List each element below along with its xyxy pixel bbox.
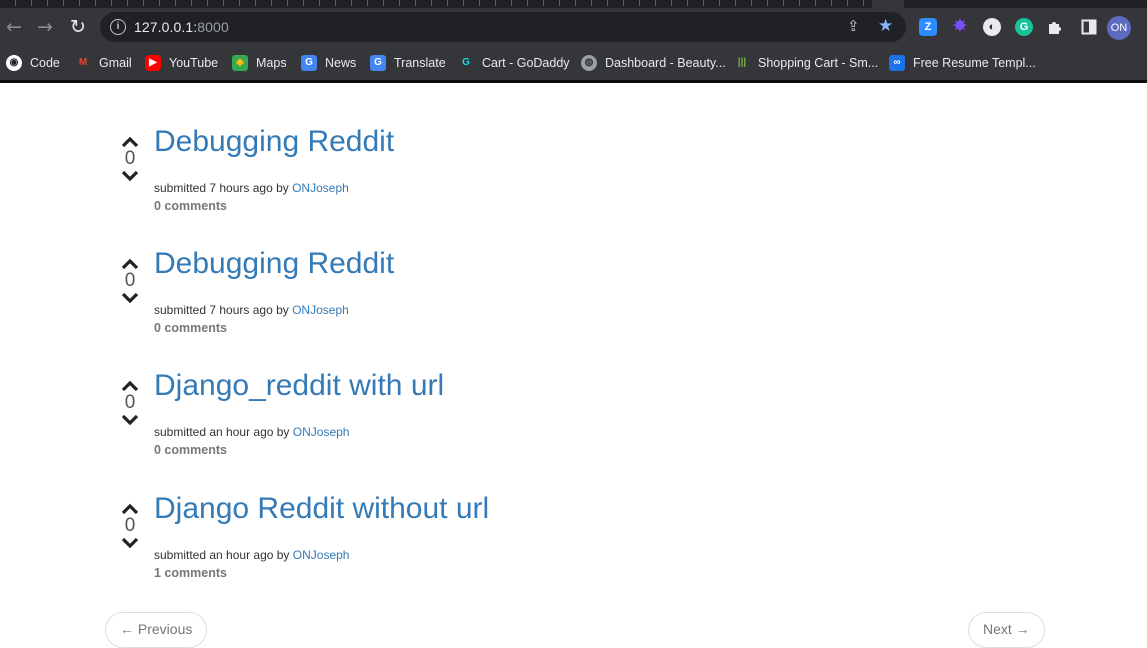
forward-icon[interactable]: → bbox=[33, 15, 57, 39]
shopping-icon: ||| bbox=[737, 57, 747, 68]
bookmark-item[interactable]: ◉ Code bbox=[6, 53, 60, 73]
bookmark-item[interactable]: G News bbox=[301, 53, 356, 73]
next-page-button[interactable]: Next → bbox=[968, 612, 1045, 648]
post-title-link[interactable]: Django Reddit without url bbox=[154, 492, 489, 526]
profile-avatar[interactable]: ON bbox=[1107, 16, 1131, 40]
upvote-arrow-icon[interactable] bbox=[121, 503, 139, 515]
post-meta: submitted an hour ago by ONJoseph bbox=[154, 548, 349, 562]
bookmark-item[interactable]: G Cart - GoDaddy bbox=[458, 53, 570, 73]
bookmark-star-icon[interactable]: ★ bbox=[878, 16, 893, 36]
bookmark-item[interactable]: ||| Shopping Cart - Sm... bbox=[734, 53, 878, 73]
news-icon: G bbox=[301, 55, 317, 71]
url-text[interactable]: 127.0.0.1:8000 bbox=[134, 19, 229, 35]
submitted-text: submitted 7 hours ago by bbox=[154, 303, 289, 317]
side-panel-icon[interactable] bbox=[1081, 19, 1097, 35]
vote-box: 0 bbox=[117, 258, 143, 304]
extensions-puzzle-icon[interactable] bbox=[1047, 19, 1063, 35]
share-icon[interactable]: ⇪ bbox=[847, 17, 860, 35]
upvote-arrow-icon[interactable] bbox=[121, 136, 139, 148]
comments-link[interactable]: 1 comments bbox=[154, 566, 227, 580]
translate-icon: G bbox=[370, 55, 386, 71]
post-item: 0 Debugging Reddit submitted 7 hours ago b… bbox=[117, 125, 817, 246]
bookmark-item[interactable]: ▶ YouTube bbox=[145, 53, 218, 73]
post-meta: submitted 7 hours ago by ONJoseph bbox=[154, 303, 349, 317]
comments-link[interactable]: 0 comments bbox=[154, 321, 227, 335]
globe-icon: ◍ bbox=[581, 55, 597, 71]
gear-extension-icon[interactable]: ✸ bbox=[951, 18, 969, 36]
bookmarks-bar: ◉ Code M Gmail ▶ YouTube ◆ Maps G News G Translate G… bbox=[0, 46, 1147, 80]
author-link[interactable]: ONJoseph bbox=[293, 548, 350, 562]
bookmark-label: Translate bbox=[394, 56, 446, 70]
bookmark-label: Cart - GoDaddy bbox=[482, 56, 570, 70]
dark-reader-icon[interactable]: ◐ bbox=[983, 18, 1001, 36]
bookmark-label: Free Resume Templ... bbox=[913, 56, 1036, 70]
downvote-arrow-icon[interactable] bbox=[121, 170, 139, 182]
zoom-extension-icon[interactable]: Z bbox=[919, 18, 937, 36]
new-tab-area[interactable] bbox=[872, 0, 904, 8]
gmail-icon: M bbox=[78, 57, 88, 68]
author-link[interactable]: ONJoseph bbox=[292, 181, 349, 195]
post-item: 0 Django Reddit without url submitted an h… bbox=[117, 492, 817, 613]
post-item: 0 Django_reddit with url submitted an hour… bbox=[117, 369, 817, 490]
vote-box: 0 bbox=[117, 136, 143, 182]
vote-box: 0 bbox=[117, 503, 143, 549]
site-info-icon[interactable]: i bbox=[110, 19, 126, 35]
bookmark-label: Shopping Cart - Sm... bbox=[758, 56, 879, 70]
bookmark-label: Dashboard - Beauty... bbox=[605, 56, 726, 70]
bookmark-label: Maps bbox=[256, 56, 287, 70]
post-item: 0 Debugging Reddit submitted 7 hours ago b… bbox=[117, 247, 817, 368]
downvote-arrow-icon[interactable] bbox=[121, 537, 139, 549]
youtube-icon: ▶ bbox=[145, 55, 161, 71]
comments-link[interactable]: 0 comments bbox=[154, 443, 227, 457]
link-icon: ∞ bbox=[889, 55, 905, 71]
bookmark-label: News bbox=[325, 56, 357, 70]
submitted-text: submitted an hour ago by bbox=[154, 548, 290, 562]
bookmark-item[interactable]: ◆ Maps bbox=[232, 53, 287, 73]
bookmark-item[interactable]: G Translate bbox=[370, 53, 446, 73]
address-bar[interactable]: i 127.0.0.1:8000 ⇪ ★ bbox=[100, 12, 906, 42]
post-title-link[interactable]: Debugging Reddit bbox=[154, 125, 394, 159]
grammarly-icon[interactable]: G bbox=[1015, 18, 1033, 36]
bookmark-label: Gmail bbox=[99, 56, 132, 70]
reload-icon[interactable]: ↻ bbox=[66, 15, 90, 39]
github-icon: ◉ bbox=[6, 55, 22, 71]
tab-strip bbox=[0, 0, 1147, 8]
vote-box: 0 bbox=[117, 380, 143, 426]
author-link[interactable]: ONJoseph bbox=[293, 425, 350, 439]
upvote-arrow-icon[interactable] bbox=[121, 380, 139, 392]
vote-score: 0 bbox=[124, 392, 136, 413]
previous-page-button[interactable]: ← Previous bbox=[105, 612, 208, 648]
downvote-arrow-icon[interactable] bbox=[121, 292, 139, 304]
upvote-arrow-icon[interactable] bbox=[121, 258, 139, 270]
bookmark-item[interactable]: ∞ Free Resume Templ... bbox=[889, 53, 1036, 73]
url-port: 8000 bbox=[197, 19, 229, 35]
maps-icon: ◆ bbox=[232, 55, 248, 71]
vote-score: 0 bbox=[124, 270, 136, 291]
post-title-link[interactable]: Django_reddit with url bbox=[154, 369, 444, 403]
vote-score: 0 bbox=[124, 515, 136, 536]
comments-link[interactable]: 0 comments bbox=[154, 199, 227, 213]
bookmark-item[interactable]: M Gmail bbox=[75, 53, 132, 73]
tab-row[interactable] bbox=[0, 0, 870, 6]
submitted-text: submitted 7 hours ago by bbox=[154, 181, 289, 195]
post-meta: submitted an hour ago by ONJoseph bbox=[154, 425, 349, 439]
vote-score: 0 bbox=[124, 148, 136, 169]
submitted-text: submitted an hour ago by bbox=[154, 425, 290, 439]
chrome-divider bbox=[0, 80, 1147, 83]
back-icon[interactable]: ← bbox=[2, 15, 26, 39]
bookmark-item[interactable]: ◍ Dashboard - Beauty... bbox=[581, 53, 726, 73]
bookmark-label: Code bbox=[30, 56, 60, 70]
post-meta: submitted 7 hours ago by ONJoseph bbox=[154, 181, 349, 195]
browser-toolbar: ← → ↻ i 127.0.0.1:8000 ⇪ ★ Z ✸ ◐ G ON bbox=[0, 8, 1147, 46]
downvote-arrow-icon[interactable] bbox=[121, 414, 139, 426]
bookmark-label: YouTube bbox=[169, 56, 219, 70]
post-title-link[interactable]: Debugging Reddit bbox=[154, 247, 394, 281]
author-link[interactable]: ONJoseph bbox=[292, 303, 349, 317]
godaddy-icon: G bbox=[462, 57, 470, 68]
url-host: 127.0.0.1: bbox=[134, 19, 198, 35]
